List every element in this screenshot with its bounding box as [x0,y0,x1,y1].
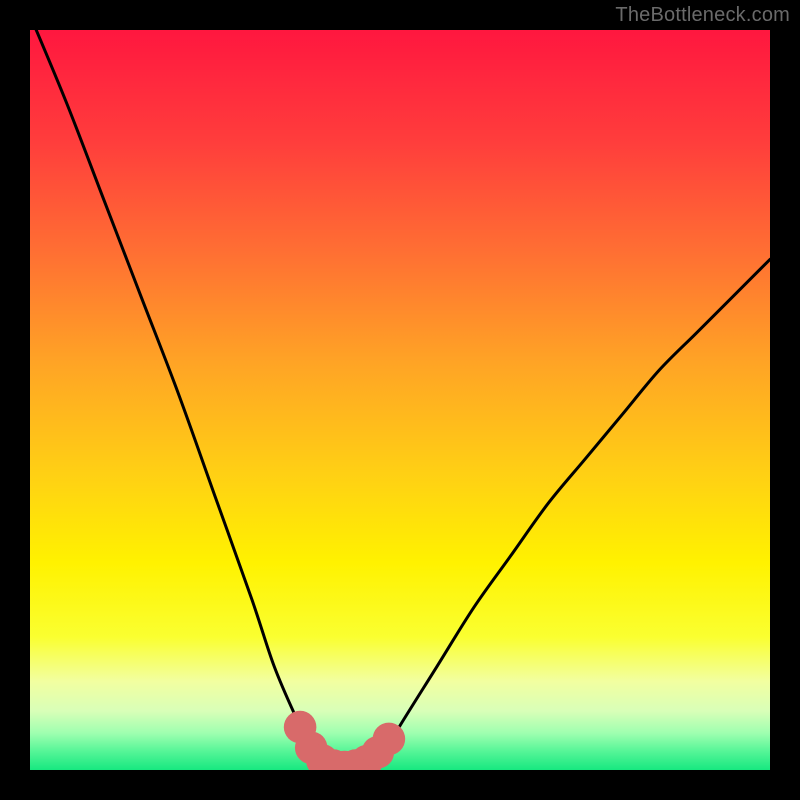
outer-frame: TheBottleneck.com [0,0,800,800]
marker-dot [373,723,406,756]
bottleneck-curve [30,30,770,769]
bottom-markers [284,711,405,770]
plot-area [30,30,770,770]
watermark-text: TheBottleneck.com [615,4,790,27]
curve-layer [30,30,770,770]
